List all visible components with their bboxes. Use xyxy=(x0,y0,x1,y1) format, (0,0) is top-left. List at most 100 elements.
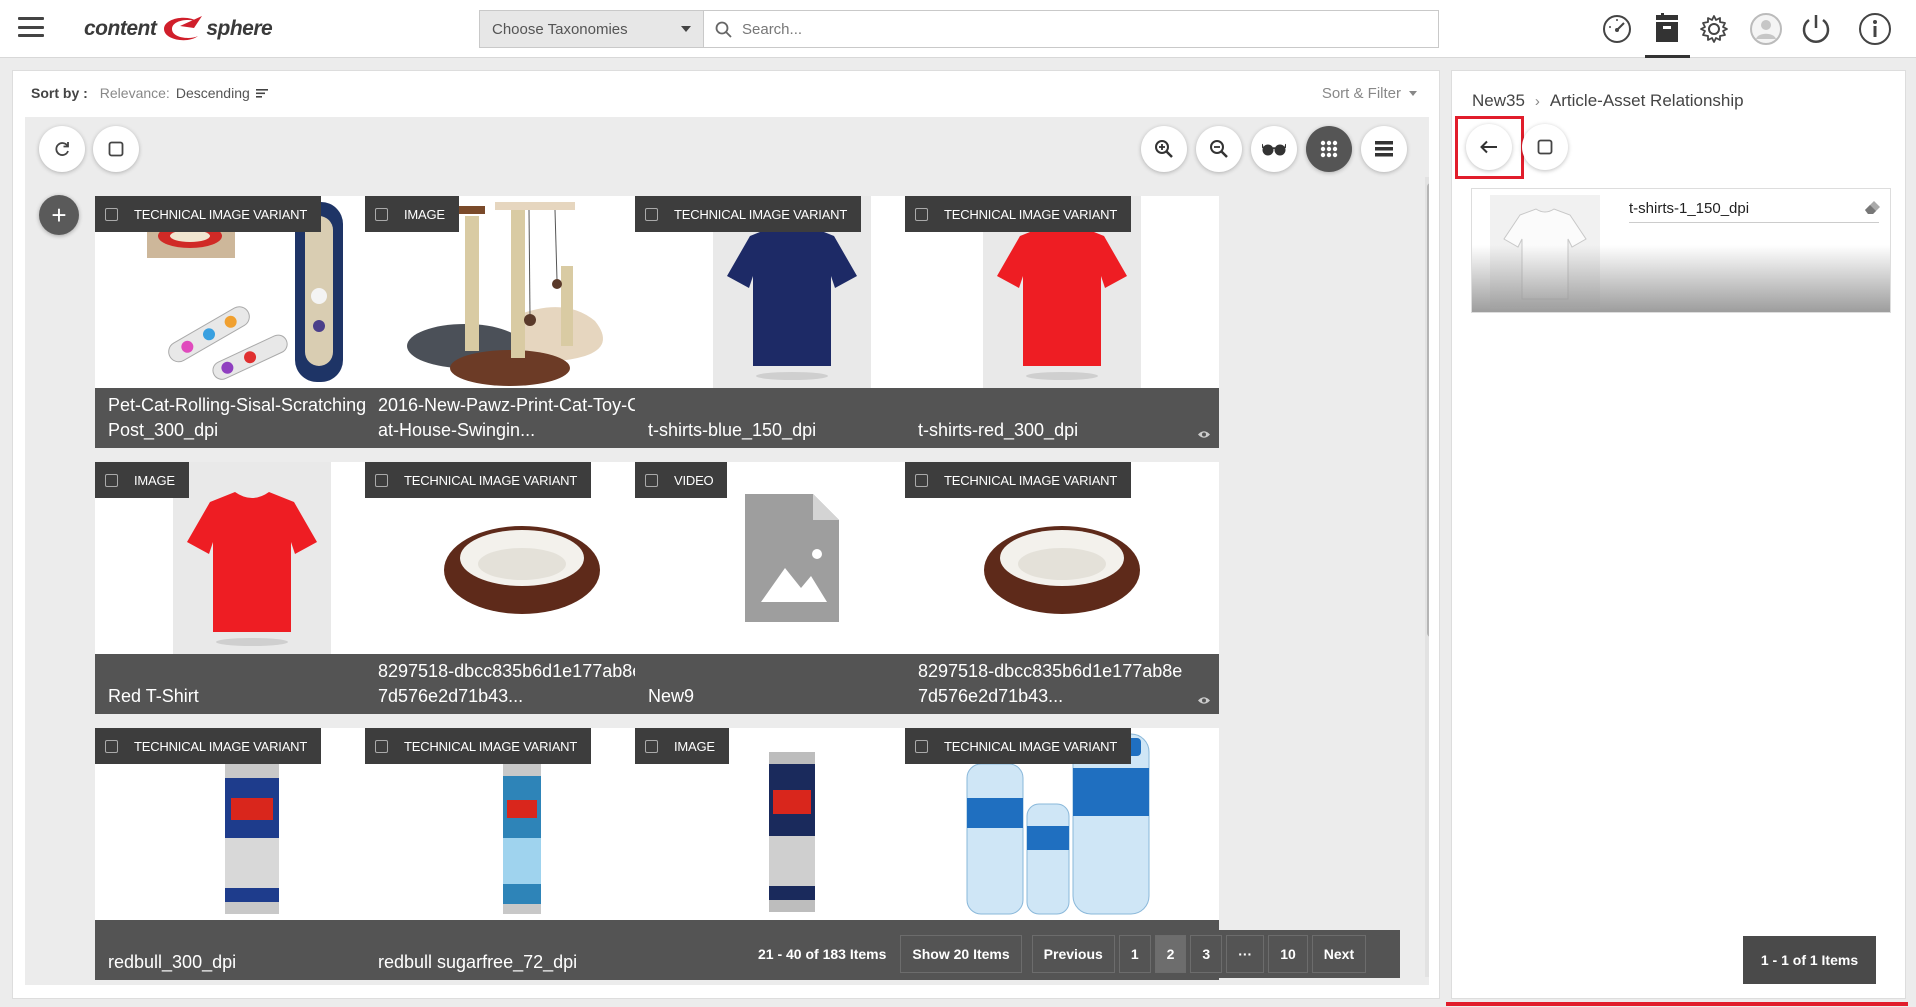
asset-type-badge: TECHNICAL IMAGE VARIANT xyxy=(365,728,592,764)
asset-name-bar: New9 xyxy=(635,654,949,714)
asset-type-label: TECHNICAL IMAGE VARIANT xyxy=(944,738,1118,754)
refresh-button[interactable] xyxy=(39,126,85,172)
logo-swoosh-icon xyxy=(164,16,203,41)
asset-name: t-shirts-red_300_dpi xyxy=(918,420,1079,440)
asset-type-label: IMAGE xyxy=(404,206,445,222)
refresh-icon xyxy=(55,142,69,156)
asset-card[interactable]: redbull sugarfree_72_dpi TECHNICAL IMAGE… xyxy=(365,728,679,980)
add-asset-button[interactable]: + xyxy=(39,195,79,235)
preview-button[interactable] xyxy=(1251,126,1297,172)
grid-view-button[interactable] xyxy=(1306,126,1352,172)
card-checkbox[interactable] xyxy=(645,207,658,221)
logo-text-sphere: sphere xyxy=(206,17,273,40)
breadcrumb-parent[interactable]: New35 xyxy=(1472,91,1525,111)
zoom-in-button[interactable] xyxy=(1141,126,1187,172)
asset-name-bar: t-shirts-red_300_dpi xyxy=(905,388,1219,448)
taxonomy-select-value: Choose Taxonomies xyxy=(492,20,628,38)
info-icon[interactable] xyxy=(1855,9,1895,49)
asset-name: t-shirts-blue_150_dpi xyxy=(648,420,817,440)
card-checkbox[interactable] xyxy=(915,473,928,487)
sort-bar: Sort by : Relevance: Descending xyxy=(31,85,268,101)
zoom-out-icon xyxy=(1210,140,1228,158)
logo-text-content: content xyxy=(84,17,157,40)
asset-card[interactable]: 2016-New-Pawz-Print-Cat-Toy-Cat-House-Sw… xyxy=(365,196,679,448)
asset-card[interactable]: 8297518-dbcc835b6d1e177ab8e7d576e2d71b43… xyxy=(905,462,1219,714)
asset-name-bar: 8297518-dbcc835b6d1e177ab8e7d576e2d71b43… xyxy=(905,654,1219,714)
power-icon[interactable] xyxy=(1796,9,1836,49)
asset-name-bar: t-shirts-blue_150_dpi xyxy=(635,388,949,448)
speedometer-icon[interactable] xyxy=(1597,9,1637,49)
back-button[interactable] xyxy=(1466,124,1512,170)
gear-icon[interactable] xyxy=(1694,9,1734,49)
menu-icon[interactable] xyxy=(18,17,44,37)
sort-filter-toggle[interactable]: Sort & Filter xyxy=(1322,85,1417,102)
asset-name-bar: 8297518-dbcc835b6d1e177ab8e7d576e2d71b43… xyxy=(365,654,679,714)
asset-type-label: TECHNICAL IMAGE VARIANT xyxy=(944,472,1118,488)
card-checkbox[interactable] xyxy=(105,207,118,221)
card-checkbox[interactable] xyxy=(645,473,658,487)
related-asset-card[interactable]: t-shirts-1_150_dpi xyxy=(1471,188,1891,313)
sort-lines-icon[interactable] xyxy=(255,88,268,98)
page-ellipsis[interactable]: ··· xyxy=(1226,935,1265,973)
chevron-down-icon xyxy=(681,26,691,32)
page-10-button[interactable]: 10 xyxy=(1268,935,1308,973)
page-size-button[interactable]: Show 20 Items xyxy=(900,935,1022,973)
list-icon xyxy=(1375,141,1393,157)
relevance-label: Relevance: xyxy=(99,85,170,101)
asset-type-badge: TECHNICAL IMAGE VARIANT xyxy=(95,196,322,232)
next-page-button[interactable]: Next xyxy=(1311,935,1367,973)
card-checkbox[interactable] xyxy=(915,739,928,753)
card-checkbox[interactable] xyxy=(105,739,118,753)
asset-name-bar: redbull sugarfree_72_dpi xyxy=(365,920,679,980)
asset-type-badge: TECHNICAL IMAGE VARIANT xyxy=(905,728,1132,764)
previous-page-button[interactable]: Previous xyxy=(1031,935,1115,973)
asset-type-badge: IMAGE xyxy=(95,462,189,498)
card-checkbox[interactable] xyxy=(375,739,388,753)
asset-name-bar: 2016-New-Pawz-Print-Cat-Toy-Cat-House-Sw… xyxy=(365,388,679,448)
card-checkbox[interactable] xyxy=(375,473,388,487)
pagination-info: 21 - 40 of 183 Items xyxy=(758,946,887,962)
search-input[interactable] xyxy=(742,20,1438,38)
breadcrumb: New35 › Article-Asset Relationship xyxy=(1472,91,1744,111)
asset-type-label: VIDEO xyxy=(674,472,714,488)
card-checkbox[interactable] xyxy=(105,473,118,487)
asset-card[interactable]: Pet-Cat-Rolling-Sisal-Scratching-Post_30… xyxy=(95,196,409,448)
related-asset-name: t-shirts-1_150_dpi xyxy=(1629,197,1879,223)
asset-card[interactable]: redbull_300_dpi TECHNICAL IMAGE VARIANT xyxy=(95,728,409,980)
app-logo[interactable]: content sphere xyxy=(84,10,273,48)
asset-name-bar: Red T-Shirt xyxy=(95,654,409,714)
grid-scrollbar-thumb[interactable] xyxy=(1427,183,1429,637)
page-3-button[interactable]: 3 xyxy=(1190,935,1223,973)
eye-icon[interactable] xyxy=(1197,430,1211,439)
archive-box-icon[interactable] xyxy=(1647,9,1687,49)
zoom-in-icon xyxy=(1155,140,1173,158)
zoom-out-button[interactable] xyxy=(1196,126,1242,172)
sort-order-value[interactable]: Descending xyxy=(176,85,250,101)
asset-card[interactable]: Red T-Shirt IMAGE xyxy=(95,462,409,714)
page-2-button[interactable]: 2 xyxy=(1154,935,1187,973)
chevron-right-icon: › xyxy=(1534,92,1540,110)
asset-card[interactable]: t-shirts-red_300_dpi TECHNICAL IMAGE VAR… xyxy=(905,196,1219,448)
taxonomy-select[interactable]: Choose Taxonomies xyxy=(479,10,704,48)
card-checkbox[interactable] xyxy=(915,207,928,221)
asset-name: Pet-Cat-Rolling-Sisal-Scratching-Post_30… xyxy=(108,395,373,440)
asset-type-badge: TECHNICAL IMAGE VARIANT xyxy=(365,462,592,498)
select-all-relations-button[interactable] xyxy=(1522,124,1568,170)
asset-card[interactable]: New9 VIDEO xyxy=(635,462,949,714)
glasses-icon xyxy=(1262,143,1286,156)
card-checkbox[interactable] xyxy=(375,207,388,221)
asset-card[interactable]: 8297518-dbcc835b6d1e177ab8e7d576e2d71b43… xyxy=(365,462,679,714)
panel-accent-line xyxy=(1446,1002,1908,1006)
asset-grid-area: + Pet-Cat-Rolling-Sisal-Scratching-Post_… xyxy=(25,117,1429,985)
eye-icon[interactable] xyxy=(1197,696,1211,705)
page-1-button[interactable]: 1 xyxy=(1118,935,1151,973)
list-view-button[interactable] xyxy=(1361,126,1407,172)
eraser-icon[interactable] xyxy=(1862,199,1882,215)
asset-type-label: TECHNICAL IMAGE VARIANT xyxy=(404,738,578,754)
select-all-button[interactable] xyxy=(93,126,139,172)
asset-card[interactable]: t-shirts-blue_150_dpi TECHNICAL IMAGE VA… xyxy=(635,196,949,448)
sort-by-label: Sort by : xyxy=(31,85,88,101)
asset-browser-panel: Sort by : Relevance: Descending Sort & F… xyxy=(12,70,1440,999)
card-checkbox[interactable] xyxy=(645,739,658,753)
user-avatar-icon[interactable] xyxy=(1746,9,1786,49)
